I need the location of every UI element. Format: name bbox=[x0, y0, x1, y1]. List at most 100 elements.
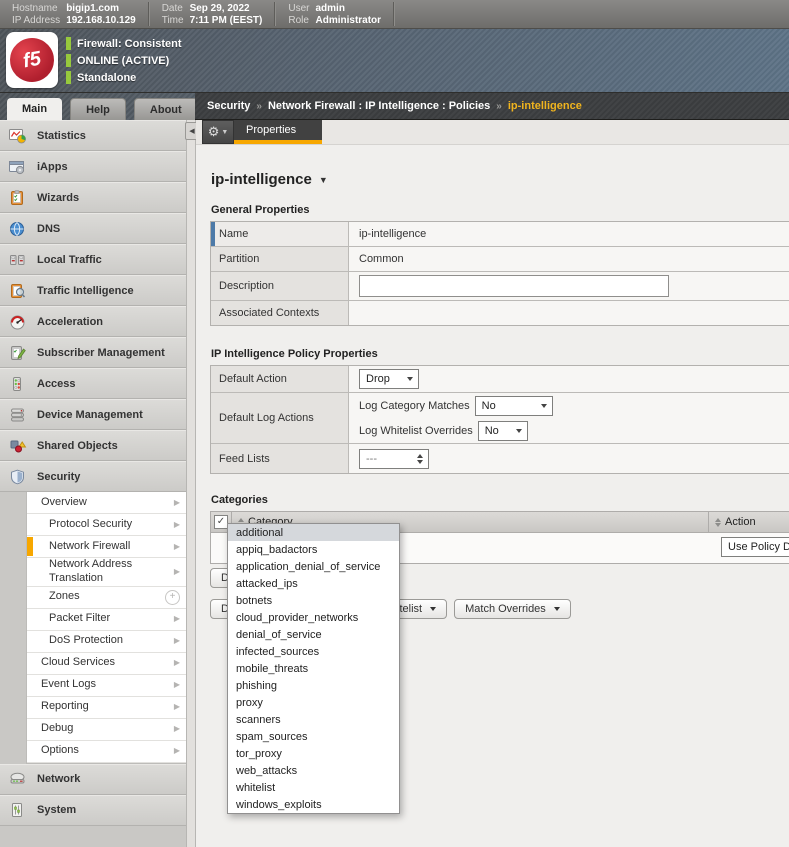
plus-icon[interactable]: + bbox=[165, 590, 180, 605]
nav-tab-about[interactable]: About bbox=[134, 98, 198, 120]
dropdown-option-additional[interactable]: additional bbox=[228, 524, 399, 541]
dropdown-option-whitelist[interactable]: whitelist bbox=[228, 779, 399, 796]
sidebar-item-device-management[interactable]: Device Management bbox=[0, 399, 186, 430]
dropdown-option-appiq_badactors[interactable]: appiq_badactors bbox=[228, 541, 399, 558]
sidebar-item-shared-objects[interactable]: Shared Objects bbox=[0, 430, 186, 461]
dropdown-option-attacked_ips[interactable]: attacked_ips bbox=[228, 575, 399, 592]
dropdown-option-spam_sources[interactable]: spam_sources bbox=[228, 728, 399, 745]
dropdown-option-windows_exploits[interactable]: windows_exploits bbox=[228, 796, 399, 813]
submenu-item-label: Network Address Translation bbox=[49, 558, 166, 586]
submenu-item-options[interactable]: Options ▶ bbox=[27, 741, 186, 763]
submenu-item-overview[interactable]: Overview▶ bbox=[27, 492, 186, 514]
submenu-item-network-address-translation[interactable]: Network Address Translation▶ bbox=[27, 558, 186, 587]
submenu-item-packet-filter[interactable]: Packet Filter ▶ bbox=[27, 609, 186, 631]
device-management-icon bbox=[8, 407, 28, 423]
dropdown-option-phishing[interactable]: phishing bbox=[228, 677, 399, 694]
tab-properties[interactable]: Properties bbox=[234, 120, 322, 144]
sidebar-item-traffic-intelligence[interactable]: Traffic Intelligence bbox=[0, 275, 186, 306]
sidebar-item-network[interactable]: Network bbox=[0, 764, 186, 795]
submenu-item-label: Protocol Security bbox=[49, 518, 132, 532]
sidebar-item-label: iApps bbox=[37, 161, 68, 173]
submenu-item-zones[interactable]: Zones+ bbox=[27, 587, 186, 609]
log-whitelist-overrides-label: Log Whitelist Overrides bbox=[359, 425, 473, 437]
submenu-item-dos-protection[interactable]: DoS Protection▶ bbox=[27, 631, 186, 653]
feed-lists-select[interactable]: --- bbox=[359, 449, 429, 469]
submenu-item-event-logs[interactable]: Event Logs ▶ bbox=[27, 675, 186, 697]
chevron-right-icon: ▶ bbox=[174, 614, 180, 624]
subscriber-management-icon bbox=[8, 345, 28, 361]
nav-tab-main[interactable]: Main bbox=[7, 98, 62, 120]
dropdown-option-mobile_threats[interactable]: mobile_threats bbox=[228, 660, 399, 677]
dropdown-option-web_attacks[interactable]: web_attacks bbox=[228, 762, 399, 779]
sidebar-item-dns[interactable]: DNS bbox=[0, 213, 186, 244]
sidebar-item-label: DNS bbox=[37, 223, 60, 235]
select-all-checkbox[interactable]: ✓ bbox=[214, 515, 228, 529]
f5-logo[interactable]: f5 bbox=[6, 32, 58, 88]
status-indicator-bar bbox=[66, 37, 71, 50]
sort-icon bbox=[715, 518, 721, 527]
gear-menu-button[interactable]: ⚙ ▼ bbox=[202, 120, 234, 144]
breadcrumb-section[interactable]: Security bbox=[207, 100, 250, 112]
chevron-right-icon: ▶ bbox=[174, 680, 180, 690]
submenu-item-protocol-security[interactable]: Protocol Security▶ bbox=[27, 514, 186, 536]
dropdown-option-botnets[interactable]: botnets bbox=[228, 592, 399, 609]
submenu-item-label: Packet Filter bbox=[49, 612, 110, 626]
breadcrumb-path[interactable]: Network Firewall : IP Intelligence : Pol… bbox=[268, 100, 490, 112]
log-category-matches-value: No bbox=[482, 400, 496, 412]
sidebar-item-local-traffic[interactable]: Local Traffic bbox=[0, 244, 186, 275]
nav-tab-help[interactable]: Help bbox=[70, 98, 126, 120]
nav-row: Main Help About Security » Network Firewal… bbox=[0, 93, 789, 120]
dropdown-option-proxy[interactable]: proxy bbox=[228, 694, 399, 711]
category-dropdown-list: additionalappiq_badactorsapplication_den… bbox=[227, 523, 400, 814]
sidebar-item-system[interactable]: System bbox=[0, 795, 186, 826]
dropdown-option-scanners[interactable]: scanners bbox=[228, 711, 399, 728]
sidebar-item-statistics[interactable]: Statistics bbox=[0, 120, 186, 151]
action-column-header[interactable]: Action bbox=[708, 512, 789, 532]
action-select[interactable]: Use Policy Default bbox=[721, 537, 789, 557]
submenu-item-label: Event Logs bbox=[41, 678, 96, 692]
dropdown-option-denial_of_service[interactable]: denial_of_service bbox=[228, 626, 399, 643]
status-line: Standalone bbox=[66, 69, 182, 86]
breadcrumb-separator: » bbox=[496, 101, 502, 112]
security-icon bbox=[8, 469, 28, 485]
sidebar-item-iapps[interactable]: iApps bbox=[0, 151, 186, 182]
submenu-item-reporting[interactable]: Reporting▶ bbox=[27, 697, 186, 719]
sidebar-item-wizards[interactable]: Wizards bbox=[0, 182, 186, 213]
sidebar-item-subscriber-management[interactable]: Subscriber Management bbox=[0, 337, 186, 368]
dropdown-option-application_denial_of_service[interactable]: application_denial_of_service bbox=[228, 558, 399, 575]
sidebar-item-acceleration[interactable]: Acceleration bbox=[0, 306, 186, 337]
dropdown-option-tor_proxy[interactable]: tor_proxy bbox=[228, 745, 399, 762]
user-info: User admin Role Administrator bbox=[276, 0, 393, 28]
sidebar-item-label: Security bbox=[37, 471, 80, 483]
submenu-item-label: DoS Protection bbox=[49, 634, 123, 648]
submenu-item-network-firewall[interactable]: Network Firewall▶ bbox=[27, 536, 186, 558]
host-info: Hostname bigip1.com IP Address 192.168.1… bbox=[0, 0, 148, 28]
default-action-label: Default Action bbox=[211, 366, 349, 392]
property-row-associated-contexts: Associated Contexts bbox=[211, 301, 789, 325]
log-category-matches-select[interactable]: No bbox=[475, 396, 553, 416]
dropdown-option-cloud_provider_networks[interactable]: cloud_provider_networks bbox=[228, 609, 399, 626]
submenu-item-label: Options bbox=[41, 744, 79, 758]
status-text: Standalone bbox=[77, 72, 136, 84]
description-input[interactable] bbox=[359, 275, 669, 297]
chevron-down-icon: ▼ bbox=[221, 129, 228, 136]
content: ⚙ ▼ Properties ip-intelligence ▼ General… bbox=[196, 120, 789, 847]
log-whitelist-overrides-select[interactable]: No bbox=[478, 421, 528, 441]
submenu-item-label: Cloud Services bbox=[41, 656, 115, 670]
submenu-item-cloud-services[interactable]: Cloud Services▶ bbox=[27, 653, 186, 675]
chevron-right-icon: ▶ bbox=[174, 746, 180, 756]
network-icon bbox=[8, 771, 28, 787]
top-bar: Hostname bigip1.com IP Address 192.168.1… bbox=[0, 0, 789, 29]
page-title-menu-arrow[interactable]: ▼ bbox=[319, 175, 328, 185]
general-properties-heading: General Properties bbox=[211, 204, 789, 216]
match-overrides-button[interactable]: Match Overrides bbox=[454, 599, 571, 619]
sidebar-item-access[interactable]: Access bbox=[0, 368, 186, 399]
dropdown-option-infected_sources[interactable]: infected_sources bbox=[228, 643, 399, 660]
sidebar-item-label: Subscriber Management bbox=[37, 347, 165, 359]
default-action-select[interactable]: Drop bbox=[359, 369, 419, 389]
submenu-item-debug[interactable]: Debug▶ bbox=[27, 719, 186, 741]
submenu-item-label: Network Firewall bbox=[49, 540, 130, 554]
action-select-value: Use Policy Default bbox=[728, 541, 789, 553]
chevron-right-icon: ▶ bbox=[174, 724, 180, 734]
sidebar-item-security[interactable]: Security bbox=[0, 461, 186, 492]
